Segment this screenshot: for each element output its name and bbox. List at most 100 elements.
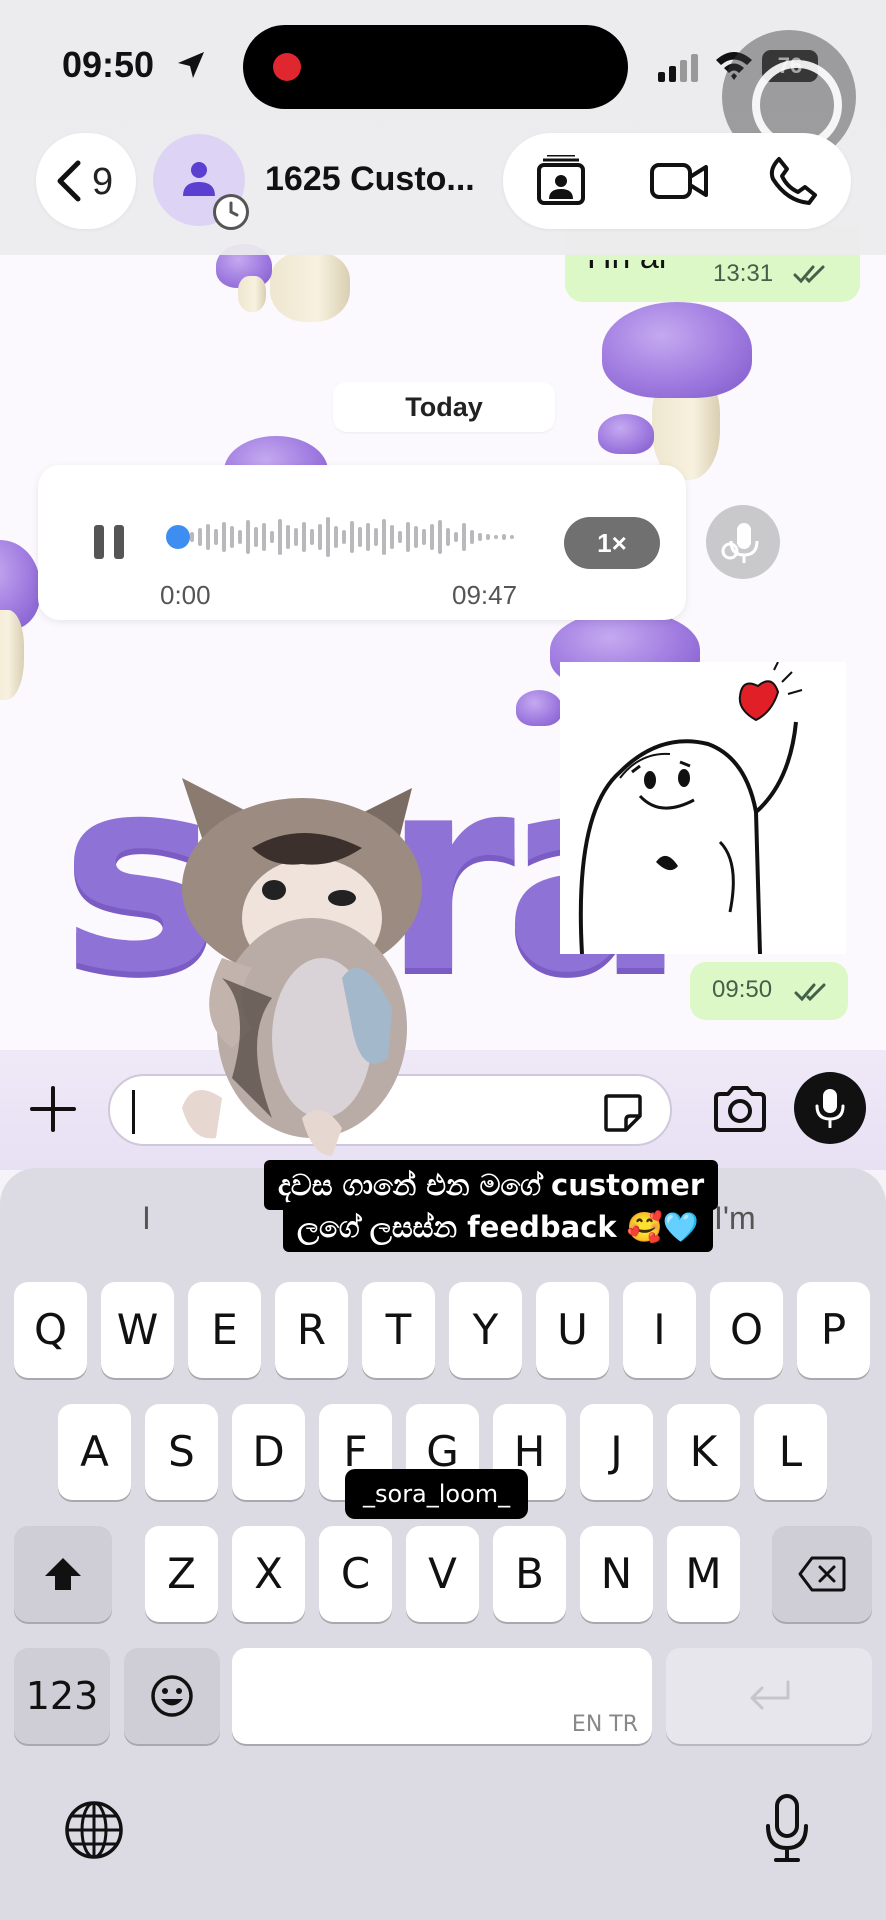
microphone-icon — [815, 1089, 845, 1128]
waveform-bar — [374, 528, 378, 546]
video-call-icon[interactable] — [649, 155, 709, 207]
creator-watermark: _sora_loom_ — [345, 1469, 529, 1519]
waveform-bar — [414, 526, 418, 548]
disappearing-timer-icon — [213, 194, 249, 230]
waveform-bar — [358, 527, 362, 547]
camera-icon[interactable] — [712, 1084, 768, 1134]
plus-icon[interactable] — [30, 1086, 76, 1132]
space-key[interactable]: EN TR — [232, 1648, 652, 1744]
waveform-bar — [238, 530, 242, 544]
key-y[interactable]: Y — [449, 1282, 522, 1378]
key-j[interactable]: J — [580, 1404, 653, 1500]
voice-call-icon[interactable] — [765, 155, 821, 207]
key-p[interactable]: P — [797, 1282, 870, 1378]
return-key[interactable] — [666, 1648, 872, 1744]
sticker-message[interactable] — [560, 662, 846, 954]
key-i[interactable]: I — [623, 1282, 696, 1378]
waveform-bar — [302, 522, 306, 552]
kitten-sticker — [182, 778, 422, 1156]
key-w[interactable]: W — [101, 1282, 174, 1378]
text-caret — [132, 1090, 135, 1134]
key-r[interactable]: R — [275, 1282, 348, 1378]
waveform-bar — [398, 531, 402, 543]
contact-card-icon[interactable] — [533, 155, 589, 207]
recording-indicator-icon — [273, 53, 301, 81]
mushroom-decoration — [596, 300, 756, 490]
waveform-bar — [286, 525, 290, 549]
key-o[interactable]: O — [710, 1282, 783, 1378]
emoji-key[interactable] — [124, 1648, 220, 1744]
voice-waveform[interactable] — [166, 513, 526, 561]
waveform-bar — [270, 531, 274, 543]
key-e[interactable]: E — [188, 1282, 261, 1378]
waveform-bar — [214, 529, 218, 545]
cellular-signal-icon — [658, 54, 698, 82]
waveform-bar — [438, 520, 442, 554]
return-icon — [750, 1680, 790, 1710]
waveform-bar — [422, 529, 426, 545]
shift-key[interactable] — [14, 1526, 112, 1622]
message-time: 13:31 — [713, 260, 774, 287]
globe-icon[interactable] — [64, 1800, 124, 1860]
waveform-bar — [318, 524, 322, 550]
playback-progress-handle — [166, 525, 190, 549]
waveform-bar — [390, 525, 394, 549]
key-k[interactable]: K — [667, 1404, 740, 1500]
waveform-bar — [278, 519, 282, 555]
key-z[interactable]: Z — [145, 1526, 218, 1622]
waveform-bar — [222, 522, 226, 552]
key-v[interactable]: V — [406, 1526, 479, 1622]
numbers-key[interactable]: 123 — [14, 1648, 110, 1744]
waveform-bar — [246, 520, 250, 554]
pause-icon[interactable] — [92, 523, 126, 561]
key-a[interactable]: A — [58, 1404, 131, 1500]
voice-avatar-mic-icon — [706, 505, 780, 579]
waveform-bar — [366, 523, 370, 551]
status-time: 09:50 — [62, 44, 155, 85]
person-icon — [183, 162, 215, 196]
key-d[interactable]: D — [232, 1404, 305, 1500]
key-x[interactable]: X — [232, 1526, 305, 1622]
waveform-bar — [478, 533, 482, 541]
mushroom-decoration — [0, 540, 40, 710]
suggestion-2[interactable]: I'm — [714, 1200, 756, 1237]
unread-count: 9 — [92, 161, 114, 203]
key-m[interactable]: M — [667, 1526, 740, 1622]
contact-name[interactable]: 1625 Custo... — [265, 160, 475, 199]
waveform-bar — [310, 529, 314, 545]
back-button[interactable]: 9 — [36, 133, 136, 229]
contact-avatar[interactable] — [153, 134, 249, 230]
sticker-icon[interactable] — [602, 1092, 644, 1134]
call-actions — [503, 133, 851, 229]
key-c[interactable]: C — [319, 1526, 392, 1622]
location-arrow-icon — [178, 52, 204, 78]
waveform-bar — [254, 527, 258, 547]
key-n[interactable]: N — [580, 1526, 653, 1622]
read-receipt-icon — [794, 983, 826, 1002]
date-separator: Today — [333, 382, 555, 432]
key-s[interactable]: S — [145, 1404, 218, 1500]
waveform-bar — [342, 530, 346, 544]
voice-message[interactable]: 0:00 09:47 1× — [38, 465, 686, 620]
waveform-bar — [230, 526, 234, 548]
sticker-image — [578, 662, 803, 954]
key-q[interactable]: Q — [14, 1282, 87, 1378]
backspace-key[interactable] — [772, 1526, 872, 1622]
waveform-bar — [486, 534, 490, 540]
waveform-bar — [198, 528, 202, 546]
key-t[interactable]: T — [362, 1282, 435, 1378]
dictation-microphone-icon[interactable] — [764, 1794, 810, 1864]
shift-icon — [45, 1558, 81, 1590]
microphone-button[interactable] — [794, 1072, 866, 1144]
key-b[interactable]: B — [493, 1526, 566, 1622]
waveform-bar — [510, 535, 514, 539]
emoji-icon — [151, 1675, 193, 1717]
playback-speed-button[interactable]: 1× — [564, 517, 660, 569]
voice-current-time: 0:00 — [160, 580, 211, 610]
chevron-left-icon — [57, 160, 81, 202]
key-l[interactable]: L — [754, 1404, 827, 1500]
sticker-timestamp: 09:50 — [690, 962, 848, 1020]
waveform-bar — [326, 517, 330, 557]
key-u[interactable]: U — [536, 1282, 609, 1378]
suggestion-1[interactable]: I — [142, 1200, 151, 1237]
